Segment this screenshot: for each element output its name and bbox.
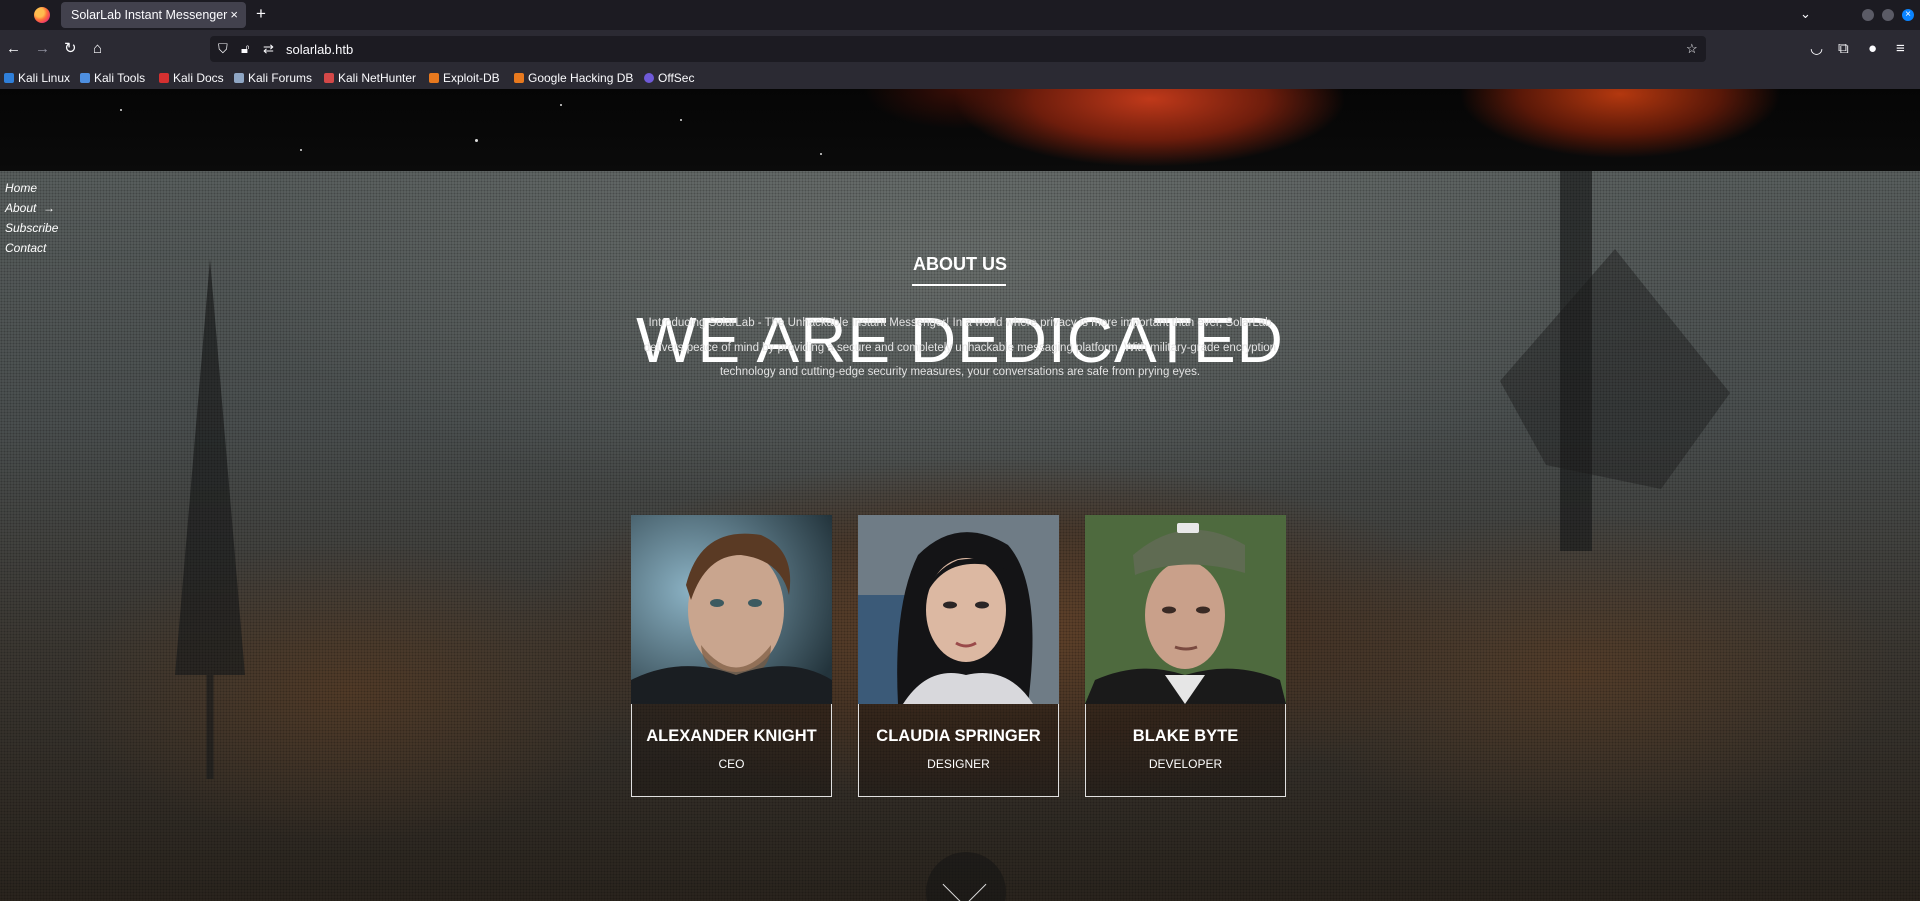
star	[300, 149, 302, 151]
pocket-icon[interactable]: ◡	[1810, 40, 1823, 58]
exploit-db-icon	[429, 73, 439, 83]
tab-list-chevron-icon[interactable]: ⌄	[1800, 6, 1811, 22]
overview-strip	[8, 5, 34, 25]
intro-paragraph: Introducing SolarLab - The Unhackable In…	[643, 317, 1277, 378]
star	[680, 119, 682, 121]
maximize-window-button[interactable]	[1882, 9, 1894, 21]
team-photo	[1085, 515, 1286, 704]
bookmark-google-hacking-db[interactable]: Google Hacking DB	[514, 71, 633, 85]
portrait-woman-icon	[858, 515, 1059, 704]
kali-dragon-icon	[4, 73, 14, 83]
portrait-young-man-icon	[1085, 515, 1286, 704]
team-member-name: BLAKE BYTE	[1132, 727, 1239, 745]
shield-icon[interactable]: ⛉	[218, 41, 228, 57]
side-navigation: Home About → Subscribe Contact	[5, 178, 58, 258]
not-secure-lock-icon[interactable]: 🔓︎	[241, 41, 249, 57]
bookmark-star-icon[interactable]: ☆	[1686, 41, 1698, 57]
team-member-role: DESIGNER	[927, 757, 990, 771]
bookmark-offsec[interactable]: OffSec	[644, 71, 694, 85]
bookmark-exploit-db[interactable]: Exploit-DB	[429, 71, 500, 85]
team-member-name: ALEXANDER KNIGHT	[646, 727, 817, 745]
bookmark-kali-docs[interactable]: Kali Docs	[159, 71, 224, 85]
star	[820, 153, 822, 155]
offsec-icon	[644, 73, 654, 83]
permissions-icon[interactable]: ⇄	[263, 41, 274, 57]
address-bar[interactable]: ⛉ 🔓︎ ⇄ solarlab.htb ☆	[210, 36, 1706, 62]
star	[475, 139, 478, 142]
bookmark-kali-tools[interactable]: Kali Tools	[80, 71, 145, 85]
kali-docs-icon	[159, 73, 169, 83]
nav-link-subscribe[interactable]: Subscribe	[5, 218, 58, 238]
team-photo	[631, 515, 832, 704]
team-member-role: DEVELOPER	[1148, 757, 1223, 771]
active-tab[interactable]: SolarLab Instant Messenger ×	[61, 2, 246, 28]
intro-block: Introducing SolarLab - The Unhackable In…	[630, 311, 1290, 385]
kali-tools-icon	[80, 73, 90, 83]
tab-bar: SolarLab Instant Messenger × + ⌄ ×	[0, 0, 1920, 30]
close-window-button[interactable]: ×	[1902, 9, 1914, 21]
back-arrow-icon[interactable]: ←	[6, 40, 21, 58]
ghdb-icon	[514, 73, 524, 83]
profile-avatar-icon[interactable]: ●	[1868, 40, 1877, 58]
bookmark-kali-nethunter[interactable]: Kali NetHunter	[324, 71, 416, 85]
firefox-logo-icon	[34, 7, 50, 23]
team-photo	[858, 515, 1059, 704]
team-card: ALEXANDER KNIGHT CEO	[631, 515, 832, 798]
tab-title: SolarLab Instant Messenger	[71, 8, 228, 22]
bookmark-kali-forums[interactable]: Kali Forums	[234, 71, 312, 85]
tab-close-icon[interactable]: ×	[230, 7, 238, 22]
section-divider	[912, 284, 1006, 286]
solar-banner-image	[0, 89, 1920, 171]
portrait-man-icon	[631, 515, 832, 704]
menu-hamburger-icon[interactable]: ≡	[1896, 40, 1905, 58]
team-member-name: CLAUDIA SPRINGER	[876, 727, 1041, 745]
forward-arrow-icon[interactable]: →	[35, 40, 50, 58]
new-tab-button[interactable]: +	[256, 4, 266, 24]
kali-forums-icon	[234, 73, 244, 83]
team-card: CLAUDIA SPRINGER DESIGNER	[858, 515, 1059, 798]
page-viewport: Home About → Subscribe Contact ABOUT US …	[0, 89, 1920, 901]
star	[120, 109, 122, 111]
nav-link-home[interactable]: Home	[5, 178, 58, 198]
star	[560, 104, 562, 106]
navigation-toolbar: ← → ↻ ⌂ ⛉ 🔓︎ ⇄ solarlab.htb ☆ ◡ ⧉ ● ≡	[0, 30, 1920, 68]
minimize-window-button[interactable]	[1862, 9, 1874, 21]
bookmark-kali-linux[interactable]: Kali Linux	[4, 71, 70, 85]
section-label: ABOUT US	[913, 254, 1007, 274]
extensions-icon[interactable]: ⧉	[1838, 40, 1849, 58]
url-text[interactable]: solarlab.htb	[286, 42, 353, 57]
team-caption: BLAKE BYTE DEVELOPER	[1085, 704, 1286, 797]
nethunter-icon	[324, 73, 334, 83]
bookmarks-toolbar: Kali Linux Kali Tools Kali Docs Kali For…	[0, 68, 1920, 89]
team-caption: ALEXANDER KNIGHT CEO	[631, 704, 832, 797]
team-card: BLAKE BYTE DEVELOPER	[1085, 515, 1286, 798]
team-member-role: CEO	[718, 757, 745, 771]
team-caption: CLAUDIA SPRINGER DESIGNER	[858, 704, 1059, 797]
home-icon[interactable]: ⌂	[93, 40, 102, 58]
arrow-right-icon: →	[43, 201, 56, 215]
nav-link-about[interactable]: About →	[5, 198, 58, 218]
reload-icon[interactable]: ↻	[64, 40, 77, 58]
